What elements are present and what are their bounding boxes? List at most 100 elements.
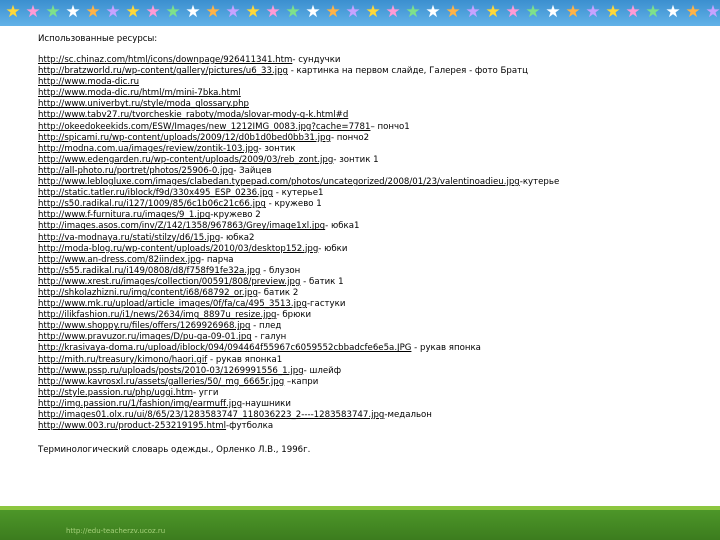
resource-note: -медальон [384, 410, 432, 420]
list-item: http://s55.radikal.ru/i149/0808/d8/f758f… [38, 266, 678, 277]
list-item: http://www.f-furnitura.ru/images/9_1.jpg… [38, 210, 678, 221]
list-item: http://www.mk.ru/upload/article_images/0… [38, 299, 678, 310]
resource-link[interactable]: http://s50.radikal.ru/i127/1009/85/6c1b0… [38, 199, 266, 209]
resource-link[interactable]: http://www.an-dress.com/82iindex.jpg [38, 255, 201, 265]
resource-note: - картинка на первом слайде, Галерея - ф… [287, 66, 528, 77]
resource-link[interactable]: http://sc.chinaz.com/html/icons/downpage… [38, 55, 292, 65]
resource-link[interactable]: http://moda-blog.ru/wp-content/uploads/2… [38, 244, 318, 254]
resource-link[interactable]: http://www.mk.ru/upload/article_images/0… [38, 299, 307, 309]
resource-note: –капри [284, 376, 319, 387]
resource-link[interactable]: http://www.pssp.ru/uploads/posts/2010-03… [38, 366, 304, 376]
resource-link[interactable]: http://all-photo.ru/portret/photos/25906… [38, 166, 233, 176]
resource-link[interactable]: http://www.moda-dic.ru [38, 77, 139, 87]
list-item: http://www.pssp.ru/uploads/posts/2010-03… [38, 366, 678, 377]
resource-note: -наушники [242, 398, 291, 409]
resource-link[interactable]: http://images.asos.com/inv/Z/142/1358/96… [38, 221, 325, 231]
list-item: http://images.asos.com/inv/Z/142/1358/96… [38, 221, 678, 232]
resource-link[interactable]: http://ilikfashion.ru/i1/news/2634/img_8… [38, 310, 276, 320]
list-item: http://mith.ru/treasury/kimono/haori.gif… [38, 355, 678, 366]
star-icon: ★ [165, 2, 181, 22]
resource-link[interactable]: http://www.shoppy.ru/files/offers/126992… [38, 321, 250, 331]
list-item: http://modna.com.ua/images/review/zontik… [38, 144, 678, 155]
resource-link[interactable]: http://www.003.ru/product-253219195.html [38, 421, 226, 431]
resource-link[interactable]: http://krasivaya-doma.ru/upload/iblock/0… [38, 343, 411, 353]
resource-note: - юбка2 [220, 232, 255, 243]
list-item: http://spicami.ru/wp-content/uploads/200… [38, 133, 678, 144]
bottom-stripe [0, 506, 720, 510]
list-item: http://www.kavrosxl.ru/assets/galleries/… [38, 377, 678, 388]
resource-link[interactable]: http://modna.com.ua/images/review/zontik… [38, 144, 259, 154]
resource-note: - рукав японка1 [207, 354, 283, 365]
resource-note: - рукав японка [411, 343, 481, 354]
resource-link[interactable]: http://spicami.ru/wp-content/uploads/200… [38, 133, 331, 143]
resource-link[interactable]: http://www.edengarden.ru/wp-content/uplo… [38, 155, 333, 165]
list-item: http://s50.radikal.ru/i127/1009/85/6c1b0… [38, 199, 678, 210]
star-icon: ★ [585, 2, 601, 22]
resource-link[interactable]: http://www.f-furnitura.ru/images/9_1.jpg [38, 210, 210, 220]
resource-note: - сундучки [292, 55, 341, 65]
resource-note: - угги [192, 387, 219, 398]
resource-link[interactable]: http://bratzworld.ru/wp-content/gallery/… [38, 66, 288, 76]
list-item: http://shkolazhizni.ru/img/content/i68/6… [38, 288, 678, 299]
star-icon: ★ [485, 2, 501, 22]
star-icon: ★ [685, 2, 701, 22]
resource-note: - шлейф [303, 365, 342, 376]
resource-note: - юбки [318, 243, 348, 254]
resource-note: - пончо2 [330, 132, 370, 143]
star-icon: ★ [185, 2, 201, 22]
star-icon: ★ [525, 2, 541, 22]
decorative-star-border: ★ ★ ★ ★ ★ ★ ★ ★ ★ ★ ★ ★ ★ ★ ★ ★ ★ ★ ★ ★ ★ ★ ★ ★ ★ ★ ★ ★ ★ ★ ★ ★ ★ ★ ★ ★ [0, 0, 720, 26]
resource-link[interactable]: http://www.pravuzor.ru/images/D/pu-ga-09… [38, 332, 252, 342]
resource-link[interactable]: http://www.tabv27.ru/tvorcheskie_raboty/… [38, 110, 348, 120]
list-item: http://ilikfashion.ru/i1/news/2634/img_8… [38, 310, 678, 321]
resource-link[interactable]: http://style.passion.ru/php/uggi.htm [38, 388, 193, 398]
resource-link[interactable]: http://shkolazhizni.ru/img/content/i68/6… [38, 288, 258, 298]
star-icon: ★ [565, 2, 581, 22]
watermark-url: http://edu-teacherzv.ucoz.ru [66, 527, 166, 535]
resource-note: - плед [250, 321, 282, 332]
list-item: http://moda-blog.ru/wp-content/uploads/2… [38, 244, 678, 255]
resource-note: - парча [201, 254, 234, 265]
resource-link[interactable]: http://static.tatler.ru/iblock/f9d/330x4… [38, 188, 273, 198]
resource-note: -гастуки [306, 299, 346, 310]
star-icon: ★ [5, 2, 21, 22]
list-item: http://www.univerbyt.ru/style/moda_gloss… [38, 99, 678, 110]
resource-link[interactable]: http://s55.radikal.ru/i149/0808/d8/f758f… [38, 266, 260, 276]
resource-link[interactable]: http://mith.ru/treasury/kimono/haori.gif [38, 355, 207, 365]
resource-note: - юбка1 [325, 221, 360, 232]
resource-note: - кутерье1 [273, 188, 324, 199]
resource-link[interactable]: http://www.kavrosxl.ru/assets/galleries/… [38, 377, 284, 387]
list-item: http://bratzworld.ru/wp-content/gallery/… [38, 66, 678, 77]
star-icon: ★ [405, 2, 421, 22]
star-icon: ★ [605, 2, 621, 22]
resource-note: -кутерье [519, 177, 560, 188]
star-icon: ★ [665, 2, 681, 22]
resource-note: - зонтик 1 [333, 154, 379, 165]
resource-link[interactable]: http://img.passion.ru/1/fashion/img/earm… [38, 399, 242, 409]
resource-link[interactable]: http://okeedokeekids.com/ESW/Images/new_… [38, 122, 370, 132]
resource-list: http://sc.chinaz.com/html/icons/downpage… [38, 55, 678, 432]
star-icon: ★ [625, 2, 641, 22]
star-icon: ★ [25, 2, 41, 22]
resource-link[interactable]: http://www.xrest.ru/images/collection/00… [38, 277, 300, 287]
list-item: http://images01.olx.ru/ui/8/65/23/128358… [38, 410, 678, 421]
resource-note: - галун [251, 332, 287, 343]
resource-note: - батик 1 [300, 276, 344, 287]
resource-link[interactable]: http://images01.olx.ru/ui/8/65/23/128358… [38, 410, 384, 420]
star-icon: ★ [85, 2, 101, 22]
list-item: http://krasivaya-doma.ru/upload/iblock/0… [38, 343, 678, 354]
star-icon: ★ [65, 2, 81, 22]
resource-note: – пончо1 [370, 121, 410, 132]
resource-link[interactable]: http://www.univerbyt.ru/style/moda_gloss… [38, 99, 249, 109]
list-item: http://img.passion.ru/1/fashion/img/earm… [38, 399, 678, 410]
slide-content: Использованные ресурсы: http://sc.chinaz… [38, 33, 678, 456]
star-icon: ★ [465, 2, 481, 22]
list-item: http://www.an-dress.com/82iindex.jpg- па… [38, 255, 678, 266]
resource-link[interactable]: http://www.leblogluxe.com/images/clabeda… [38, 177, 520, 187]
star-icon: ★ [285, 2, 301, 22]
star-icon: ★ [365, 2, 381, 22]
resource-link[interactable]: http://www.moda-dic.ru/html/m/mini-7bka.… [38, 88, 241, 98]
resource-note: -футболка [226, 421, 274, 432]
resource-link[interactable]: http://va-modnaya.ru/stati/stilzy/d6/15.… [38, 233, 220, 243]
star-icon: ★ [345, 2, 361, 22]
